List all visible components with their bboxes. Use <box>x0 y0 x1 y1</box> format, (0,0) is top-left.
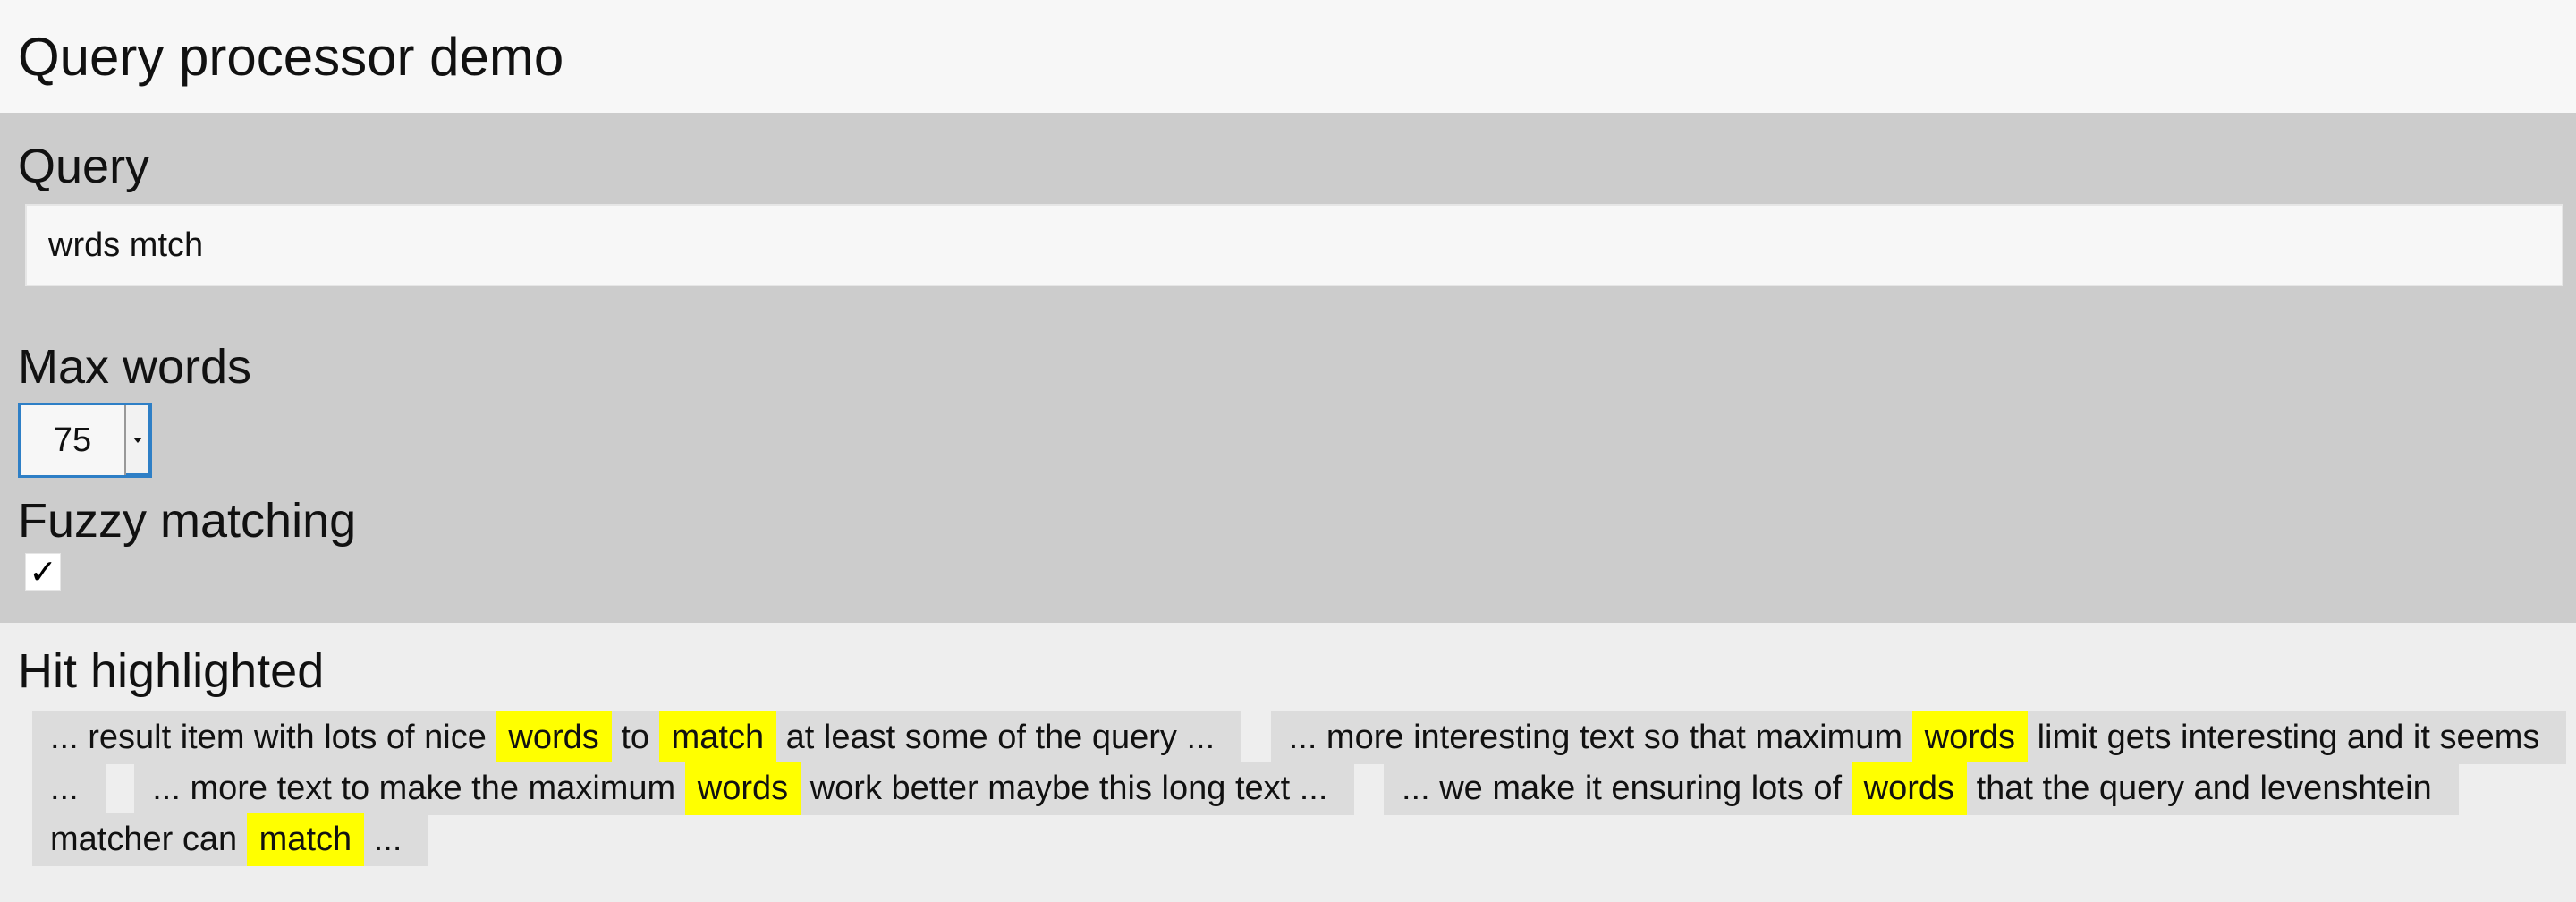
chevron-down-icon <box>133 438 142 443</box>
max-words-label: Max words <box>18 340 252 394</box>
highlighted-term: words <box>1911 711 2028 764</box>
max-words-dropdown-button[interactable] <box>124 405 149 475</box>
snippet-text: ... more interesting text so that maximu… <box>1288 719 1903 756</box>
snippet-text: work better maybe this long text ... <box>809 770 1328 807</box>
snippet-text: ... result item with lots of nice <box>50 719 487 756</box>
snippet-text: ... more text to make the maximum <box>152 770 676 807</box>
hit-list: ... result item with lots of nice words … <box>32 711 2567 866</box>
page-title: Query processor demo <box>18 27 564 87</box>
snippet-text: ... we make it ensuring lots of <box>1401 770 1843 807</box>
query-label: Query <box>18 140 150 193</box>
controls-panel: Query Max words 75 Fuzzy matching ✓ <box>0 113 2576 623</box>
highlighted-term: words <box>1851 762 1968 815</box>
results-panel: Hit highlighted ... result item with lot… <box>0 623 2576 902</box>
max-words-value[interactable]: 75 <box>21 405 124 475</box>
query-input[interactable] <box>25 204 2563 286</box>
highlighted-term: words <box>684 762 801 815</box>
hits-label: Hit highlighted <box>18 644 325 698</box>
fuzzy-matching-checkbox[interactable]: ✓ <box>25 553 61 591</box>
checkmark-icon: ✓ <box>29 552 57 591</box>
fuzzy-matching-label: Fuzzy matching <box>18 494 357 548</box>
max-words-stepper[interactable]: 75 <box>18 403 152 478</box>
snippet-text: ... <box>373 821 402 858</box>
hit-snippet: ... more text to make the maximum words … <box>134 762 1355 815</box>
highlighted-term: match <box>658 711 777 764</box>
hit-snippet: ... result item with lots of nice words … <box>32 711 1242 764</box>
highlighted-term: words <box>496 711 612 764</box>
snippet-text: to <box>621 719 650 756</box>
snippet-text: at least some of the query ... <box>785 719 1216 756</box>
page-header: Query processor demo <box>0 0 2576 113</box>
highlighted-term: match <box>246 813 365 866</box>
